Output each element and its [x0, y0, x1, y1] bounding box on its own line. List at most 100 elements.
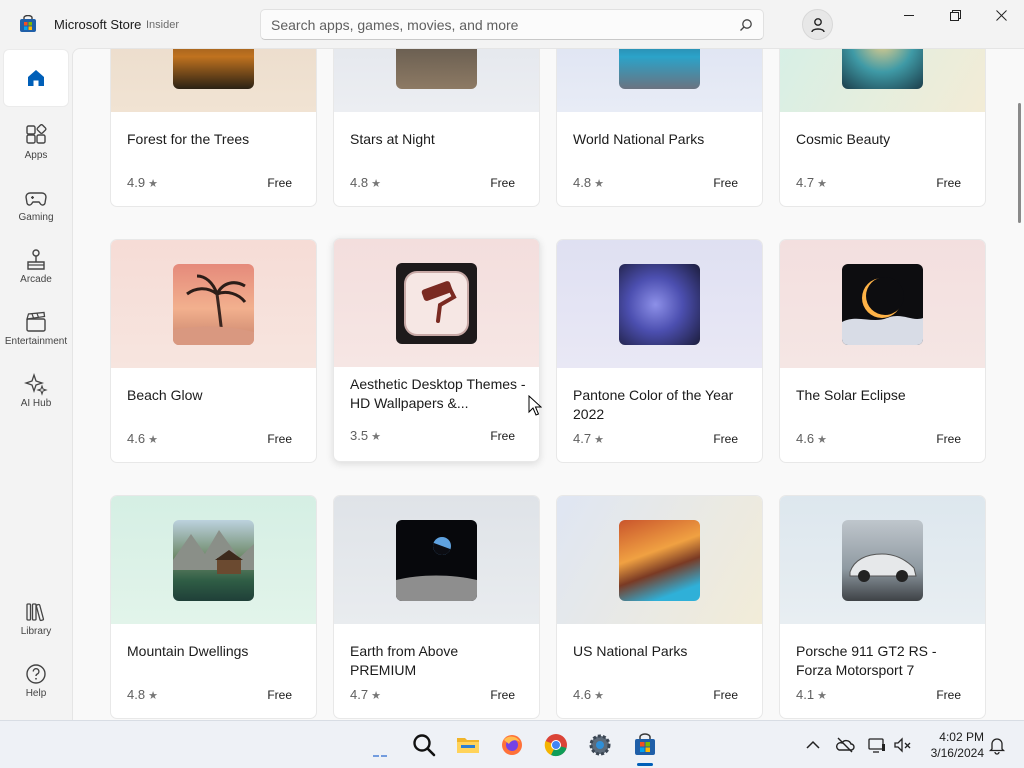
minimize-icon [904, 15, 914, 16]
app-card[interactable]: The Solar Eclipse 4.6 ★ Free [779, 239, 986, 463]
app-thumbnail [842, 264, 923, 345]
sidebar-item-gaming[interactable]: Gaming [4, 178, 68, 236]
gaming-icon [25, 192, 47, 206]
app-name: Cosmic Beauty [796, 131, 891, 147]
sidebar-label-library: Library [20, 626, 52, 637]
notification-bell-icon[interactable] [987, 735, 1007, 755]
app-rating: 4.7 ★ [350, 687, 381, 702]
arcade-icon [27, 249, 45, 270]
app-thumbnail [396, 520, 477, 601]
app-thumbnail [173, 49, 254, 89]
app-rating: 4.6 ★ [573, 687, 604, 702]
sidebar-label-arcade: Arcade [20, 274, 52, 285]
main-content: Forest for the Trees 4.9 ★ Free Stars at … [72, 48, 1024, 720]
chevron-up-icon[interactable] [803, 735, 823, 755]
account-avatar-button[interactable] [802, 9, 833, 40]
sidebar-item-entertainment[interactable]: Entertainment [4, 302, 68, 360]
app-card[interactable]: Cosmic Beauty 4.7 ★ Free [779, 49, 986, 207]
app-price: Free [936, 688, 961, 702]
app-price: Free [267, 432, 292, 446]
sidebar-label-entertainment: Entertainment [4, 336, 68, 347]
home-icon [28, 70, 44, 86]
taskbar-clock[interactable]: 4:02 PM 3/16/2024 [918, 729, 984, 761]
app-card[interactable]: Earth from Above PREMIUM 4.7 ★ Free [333, 495, 540, 719]
taskbar-file-explorer-button[interactable] [452, 729, 484, 761]
app-price: Free [490, 429, 515, 443]
taskbar-firefox-button[interactable] [496, 729, 528, 761]
close-button[interactable] [978, 0, 1024, 32]
app-thumbnail [842, 49, 923, 89]
clock-time: 4:02 PM [939, 730, 984, 744]
network-icon[interactable] [867, 735, 887, 755]
search-icon[interactable] [739, 18, 753, 32]
taskbar-chrome-button[interactable] [540, 729, 572, 761]
app-rating: 4.7 ★ [796, 175, 827, 190]
app-card[interactable]: Beach Glow 4.6 ★ Free [110, 239, 317, 463]
search-icon [413, 734, 436, 757]
close-icon [996, 10, 1007, 21]
library-icon [26, 603, 45, 622]
mouse-cursor-icon [528, 395, 542, 416]
app-price: Free [267, 688, 292, 702]
taskbar-microsoft-store-button[interactable] [629, 729, 661, 761]
taskbar-settings-button[interactable] [584, 729, 616, 761]
app-name: Stars at Night [350, 131, 435, 147]
app-price: Free [936, 432, 961, 446]
app-name: Mountain Dwellings [127, 643, 249, 659]
app-card[interactable]: Forest for the Trees 4.9 ★ Free [110, 49, 317, 207]
star-icon: ★ [594, 178, 604, 190]
app-card[interactable]: US National Parks 4.6 ★ Free [556, 495, 763, 719]
vertical-scrollbar[interactable] [1018, 103, 1021, 223]
app-card[interactable]: World National Parks 4.8 ★ Free [556, 49, 763, 207]
widgets-icon [373, 755, 387, 757]
star-icon: ★ [817, 178, 827, 190]
app-card[interactable]: Pantone Color of the Year 2022 4.7 ★ Free [556, 239, 763, 463]
taskbar-search-button[interactable] [408, 729, 440, 761]
app-name: The Solar Eclipse [796, 387, 906, 403]
restore-icon [950, 10, 961, 21]
entertainment-icon [26, 311, 46, 332]
app-card[interactable]: Aesthetic Desktop Themes - HD Wallpapers… [333, 238, 540, 462]
app-name: Earth from Above PREMIUM [350, 643, 459, 678]
app-rating: 3.5 ★ [350, 428, 381, 443]
navigation-sidebar: Apps Gaming Arcade Entertainment AI Hub … [0, 48, 72, 720]
star-icon: ★ [148, 434, 158, 446]
paint-roller-icon [404, 271, 469, 336]
sidebar-item-apps[interactable]: Apps [4, 116, 68, 174]
app-thumbnail [619, 520, 700, 601]
star-icon: ★ [371, 431, 381, 443]
star-icon: ★ [148, 690, 158, 702]
search-box[interactable] [260, 9, 764, 40]
star-icon: ★ [371, 690, 381, 702]
app-price: Free [490, 176, 515, 190]
app-thumbnail [396, 49, 477, 89]
eclipse-image [842, 277, 923, 345]
taskbar-widgets-button[interactable] [364, 729, 396, 761]
app-name: Beach Glow [127, 387, 203, 403]
sidebar-item-ai-hub[interactable]: AI Hub [4, 364, 68, 422]
app-price: Free [936, 176, 961, 190]
search-input[interactable] [271, 16, 711, 34]
star-icon: ★ [594, 690, 604, 702]
sidebar-item-home[interactable] [4, 50, 68, 106]
sidebar-label-apps: Apps [24, 150, 48, 161]
clock-date: 3/16/2024 [930, 746, 984, 760]
microsoft-store-logo-icon [20, 15, 36, 32]
app-card[interactable]: Porsche 911 GT2 RS - Forza Motorsport 7 … [779, 495, 986, 719]
sidebar-item-arcade[interactable]: Arcade [4, 240, 68, 298]
sidebar-item-library[interactable]: Library [4, 592, 68, 650]
app-name: Pantone Color of the Year 2022 [573, 387, 734, 422]
app-thumbnail [396, 263, 477, 344]
star-icon: ★ [817, 690, 827, 702]
sidebar-item-help[interactable]: Help [4, 654, 68, 712]
app-card[interactable]: Stars at Night 4.8 ★ Free [333, 49, 540, 207]
mountain-cabin-image [173, 530, 254, 574]
microsoft-store-icon [635, 733, 655, 755]
volume-muted-icon[interactable] [892, 735, 912, 755]
minimize-button[interactable] [886, 0, 932, 32]
onedrive-offline-icon[interactable] [835, 735, 855, 755]
taskbar: 4:02 PM 3/16/2024 [0, 720, 1024, 768]
app-card[interactable]: Mountain Dwellings 4.8 ★ Free [110, 495, 317, 719]
app-rating: 4.7 ★ [573, 431, 604, 446]
maximize-button[interactable] [932, 0, 978, 32]
